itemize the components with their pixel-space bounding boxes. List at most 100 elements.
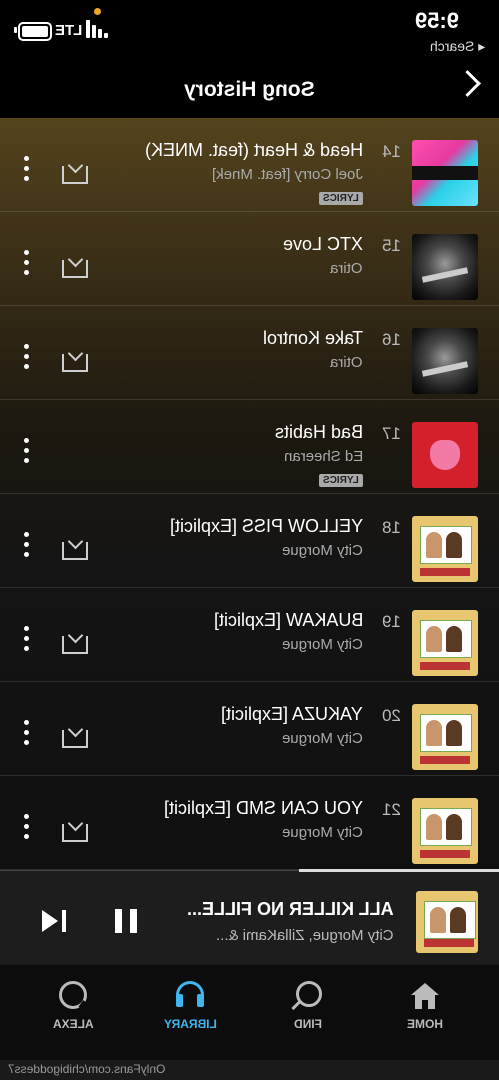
back-to-search[interactable]: ◂ Search xyxy=(430,38,485,55)
tab-find-label: FIND xyxy=(294,1017,322,1031)
song-title-text: YELLOW PISS [Explicit] xyxy=(169,516,363,536)
search-icon xyxy=(296,981,322,1007)
watermark-text: OnlyFans.com/chibigoddess7 xyxy=(8,1062,166,1076)
song-artist-text: City Morgue xyxy=(282,824,363,841)
more-options-icon[interactable] xyxy=(20,814,32,846)
tab-alexa-label: ALEXA xyxy=(52,1017,94,1031)
track-number: 19 xyxy=(371,612,401,632)
song-artist: Otira xyxy=(330,260,363,277)
download-icon[interactable] xyxy=(62,260,88,278)
album-art xyxy=(412,234,478,300)
page-title: Song History xyxy=(0,78,499,102)
track-number: 16 xyxy=(371,330,401,350)
song-row[interactable]: 15 XTC Love Otira xyxy=(0,212,499,306)
page-header: Song History xyxy=(0,62,499,118)
song-title-text: Take Kontrol xyxy=(262,328,363,348)
song-row[interactable]: 18 YELLOW PISS [Explicit] City Morgue xyxy=(0,494,499,588)
song-title-text: YAKUZA [Explicit] xyxy=(221,704,363,724)
privacy-indicator xyxy=(94,8,101,15)
song-artist: Joel Corry [feat. Mnek] xyxy=(212,166,363,183)
network-type: LTE xyxy=(55,22,82,39)
lyrics-badge-text: LYRICS xyxy=(323,193,359,204)
song-artist-text: Otira xyxy=(330,354,363,371)
song-artist-text: City Morgue xyxy=(282,730,363,747)
playback-progress xyxy=(299,869,499,872)
song-title: YAKUZA [Explicit] xyxy=(221,704,363,725)
lyrics-badge-text: LYRICS xyxy=(323,475,359,486)
download-icon[interactable] xyxy=(62,166,88,184)
song-title-text: BUAKAW [Explicit] xyxy=(213,610,363,630)
more-options-icon[interactable] xyxy=(20,532,32,564)
song-artist-text: Ed Sheeran xyxy=(283,448,363,465)
download-icon[interactable] xyxy=(62,824,88,842)
song-title-text: XTC Love xyxy=(282,234,363,254)
song-row[interactable]: 14 Head & Heart (feat. MNEK) Joel Corry [f… xyxy=(0,118,499,212)
back-to-search-label: ◂ Search xyxy=(429,38,485,54)
clock: 9:59 xyxy=(415,8,459,34)
more-options-icon[interactable] xyxy=(20,156,32,188)
more-options-icon[interactable] xyxy=(20,626,32,658)
home-icon xyxy=(411,983,439,1009)
more-options-icon[interactable] xyxy=(20,438,32,470)
pause-icon[interactable] xyxy=(115,909,137,933)
previous-track-icon[interactable] xyxy=(42,910,66,932)
song-title-text: Bad Habits xyxy=(274,422,363,442)
song-artist: City Morgue xyxy=(282,730,363,747)
more-options-icon[interactable] xyxy=(20,720,32,752)
now-playing-artist-text: City Morgue, ZillaKami &... xyxy=(216,927,394,944)
more-options-icon[interactable] xyxy=(20,344,32,376)
song-row[interactable]: 16 Take Kontrol Otira xyxy=(0,306,499,400)
album-art xyxy=(412,140,478,206)
tab-library-label: LIBRARY xyxy=(163,1017,217,1031)
album-art xyxy=(412,610,478,676)
tab-home[interactable]: HOME xyxy=(380,977,470,1031)
network-type-text: LTE xyxy=(55,22,83,39)
song-title: Head & Heart (feat. MNEK) xyxy=(145,140,363,161)
song-history-list: 14 Head & Heart (feat. MNEK) Joel Corry [f… xyxy=(0,118,499,870)
now-playing-title-text: ALL KILLER NO FILLE... xyxy=(187,899,394,919)
signal-icon xyxy=(86,18,108,38)
song-row[interactable]: 21 YOU CAN SMD [Explicit] City Morgue xyxy=(0,776,499,870)
song-title: Bad Habits xyxy=(275,422,363,443)
tab-library[interactable]: LIBRARY xyxy=(145,977,235,1031)
song-artist: City Morgue xyxy=(282,636,363,653)
track-number: 17 xyxy=(371,424,401,444)
bottom-tab-bar: HOME FIND LIBRARY ALEXA xyxy=(0,965,499,1060)
mini-player[interactable]: ALL KILLER NO FILLE... City Morgue, Zill… xyxy=(0,869,499,966)
alexa-icon xyxy=(59,981,87,1009)
song-artist-text: City Morgue xyxy=(282,542,363,559)
track-number-text: 21 xyxy=(382,800,401,819)
album-art xyxy=(412,798,478,864)
track-number: 18 xyxy=(371,518,401,538)
track-number: 21 xyxy=(371,800,401,820)
battery-icon xyxy=(18,22,52,41)
download-icon[interactable] xyxy=(62,636,88,654)
tab-find[interactable]: FIND xyxy=(263,977,353,1031)
song-artist: Ed Sheeran xyxy=(284,448,363,465)
lyrics-badge: LYRICS xyxy=(319,474,363,487)
more-options-icon[interactable] xyxy=(20,250,32,282)
tab-alexa[interactable]: ALEXA xyxy=(28,977,118,1031)
song-title: YOU CAN SMD [Explicit] xyxy=(164,798,363,819)
tab-home-label: HOME xyxy=(407,1017,443,1031)
song-title-text: Head & Heart (feat. MNEK) xyxy=(144,140,363,160)
song-artist-text: City Morgue xyxy=(282,636,363,653)
watermark: OnlyFans.com/chibigoddess7 xyxy=(0,1060,499,1080)
song-title-text: YOU CAN SMD [Explicit] xyxy=(163,798,363,818)
download-icon[interactable] xyxy=(62,730,88,748)
status-bar: 9:59 ◂ Search LTE xyxy=(0,0,499,62)
page-title-text: Song History xyxy=(184,78,315,101)
track-number: 20 xyxy=(371,706,401,726)
song-title: Take Kontrol xyxy=(263,328,363,349)
lyrics-badge: LYRICS xyxy=(319,192,363,205)
song-row[interactable]: 20 YAKUZA [Explicit] City Morgue xyxy=(0,682,499,776)
song-artist-text: Joel Corry [feat. Mnek] xyxy=(212,166,363,183)
song-row[interactable]: 17 Bad Habits Ed Sheeran LYRICS xyxy=(0,400,499,494)
download-icon[interactable] xyxy=(62,542,88,560)
battery-nub xyxy=(14,27,17,33)
download-icon[interactable] xyxy=(62,354,88,372)
song-row[interactable]: 19 BUAKAW [Explicit] City Morgue xyxy=(0,588,499,682)
track-number-text: 17 xyxy=(382,424,401,443)
album-art xyxy=(412,516,478,582)
album-art xyxy=(412,422,478,488)
